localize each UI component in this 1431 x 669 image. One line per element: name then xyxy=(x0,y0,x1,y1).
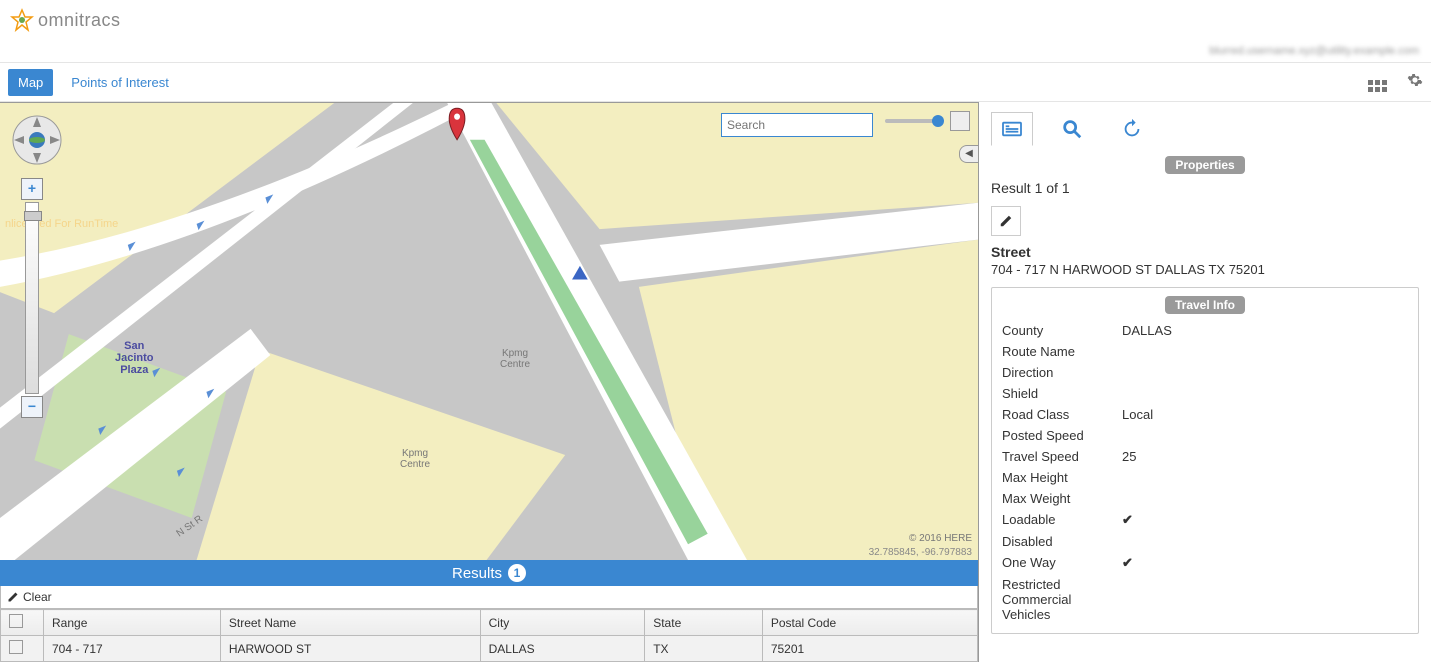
val-route-name xyxy=(1122,344,1408,359)
gear-icon[interactable] xyxy=(1407,72,1423,93)
cell-postal: 75201 xyxy=(762,636,977,662)
opacity-slider[interactable] xyxy=(885,115,940,125)
results-count-badge: 1 xyxy=(508,564,526,582)
compass-control[interactable] xyxy=(8,111,66,172)
val-max-height xyxy=(1122,470,1408,485)
map-label-plaza: SanJacintoPlaza xyxy=(115,340,154,376)
val-shield xyxy=(1122,386,1408,401)
map-search-input[interactable] xyxy=(721,113,873,137)
details-icon xyxy=(1001,120,1023,138)
val-one-way: ✔ xyxy=(1122,555,1408,571)
val-max-weight xyxy=(1122,491,1408,506)
tab-search[interactable] xyxy=(1051,112,1093,146)
row-checkbox[interactable] xyxy=(9,640,23,654)
result-counter: Result 1 of 1 xyxy=(991,180,1419,196)
results-header: Results 1 xyxy=(0,560,978,586)
cell-street: HARWOOD ST xyxy=(220,636,480,662)
history-icon xyxy=(1121,118,1143,140)
tab-map[interactable]: Map xyxy=(8,69,53,96)
map-canvas[interactable]: nlicensed For RunTime SanJacintoPlaza Kp… xyxy=(0,102,978,560)
properties-badge: Properties xyxy=(1165,156,1244,174)
clear-row: Clear xyxy=(0,586,978,609)
col-city[interactable]: City xyxy=(480,610,645,636)
zoom-control: + − xyxy=(22,178,42,418)
map-label-kpmg1: KpmgCentre xyxy=(500,348,530,370)
cell-range: 704 - 717 xyxy=(44,636,221,662)
map-svg xyxy=(0,103,978,560)
user-email-blurred: blurred.username.xyz@utility.example.com xyxy=(1209,45,1419,57)
street-address: 704 - 717 N HARWOOD ST DALLAS TX 75201 xyxy=(991,262,1419,277)
zoom-in-button[interactable]: + xyxy=(21,178,43,200)
val-posted-speed xyxy=(1122,428,1408,443)
col-postal[interactable]: Postal Code xyxy=(762,610,977,636)
val-travel-speed: 25 xyxy=(1122,449,1408,464)
pencil-icon xyxy=(7,591,19,603)
zoom-slider[interactable] xyxy=(25,202,39,394)
brand-logo: omnitracs xyxy=(10,8,121,32)
apps-grid-icon[interactable] xyxy=(1368,72,1387,92)
tab-details[interactable] xyxy=(991,112,1033,146)
table-row[interactable]: 704 - 717 HARWOOD ST DALLAS TX 75201 xyxy=(1,636,978,662)
left-pane: nlicensed For RunTime SanJacintoPlaza Kp… xyxy=(0,102,979,662)
travel-info-badge: Travel Info xyxy=(1165,296,1245,314)
select-all-checkbox[interactable] xyxy=(9,614,23,628)
travel-info-box: Travel Info CountyDALLAS Route Name Dire… xyxy=(991,287,1419,634)
table-header-row: Range Street Name City State Postal Code xyxy=(1,610,978,636)
val-county: DALLAS xyxy=(1122,323,1408,338)
street-heading: Street xyxy=(991,244,1419,260)
subheader: blurred.username.xyz@utility.example.com xyxy=(0,40,1431,62)
collapse-panel-icon[interactable]: ◀ xyxy=(959,145,978,163)
tab-history[interactable] xyxy=(1111,112,1153,146)
val-road-class: Local xyxy=(1122,407,1408,422)
val-direction xyxy=(1122,365,1408,380)
zoom-out-button[interactable]: − xyxy=(21,396,43,418)
cell-state: TX xyxy=(645,636,763,662)
val-rcv xyxy=(1122,577,1408,622)
col-state[interactable]: State xyxy=(645,610,763,636)
brand-text: omnitracs xyxy=(38,10,121,31)
main-content: nlicensed For RunTime SanJacintoPlaza Kp… xyxy=(0,102,1431,662)
col-range[interactable]: Range xyxy=(44,610,221,636)
results-title: Results xyxy=(452,565,502,582)
results-table: Range Street Name City State Postal Code… xyxy=(0,609,978,662)
col-street[interactable]: Street Name xyxy=(220,610,480,636)
fullscreen-icon[interactable] xyxy=(950,111,970,131)
nav-bar: Map Points of Interest xyxy=(0,62,1431,102)
map-attribution: © 2016 HERE xyxy=(909,533,972,544)
panel-tabs xyxy=(991,112,1419,146)
val-loadable: ✔ xyxy=(1122,512,1408,528)
search-icon xyxy=(1061,118,1083,140)
edit-button[interactable] xyxy=(991,206,1021,236)
pencil-icon xyxy=(999,214,1013,228)
cell-city: DALLAS xyxy=(480,636,645,662)
properties-panel: Properties Result 1 of 1 Street 704 - 71… xyxy=(979,102,1431,662)
val-disabled xyxy=(1122,534,1408,549)
app-header: omnitracs xyxy=(0,0,1431,40)
map-label-kpmg2: KpmgCentre xyxy=(400,448,430,470)
tab-points-of-interest[interactable]: Points of Interest xyxy=(61,69,179,96)
omnitracs-icon xyxy=(10,8,34,32)
clear-button[interactable]: Clear xyxy=(23,590,52,604)
map-coordinates: 32.785845, -96.797883 xyxy=(869,547,972,558)
